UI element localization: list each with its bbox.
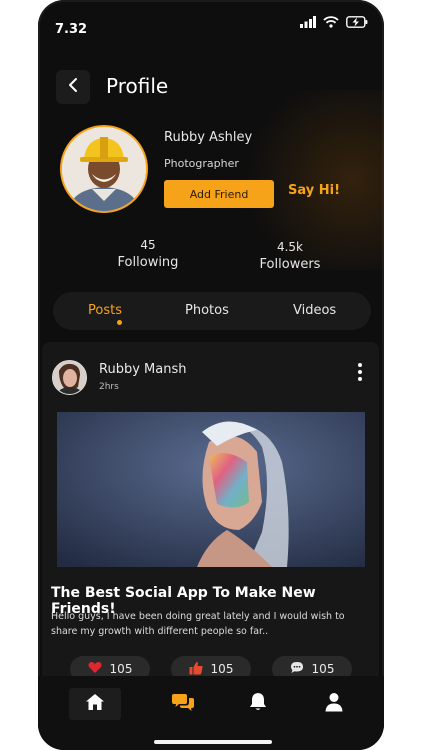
status-icons: [300, 16, 368, 28]
nav-chat[interactable]: [171, 692, 195, 716]
nav-profile[interactable]: [322, 692, 346, 716]
bell-icon: [249, 692, 267, 716]
post-author-avatar[interactable]: [52, 360, 87, 395]
nav-home[interactable]: [69, 688, 121, 720]
battery-charging-icon: [346, 16, 368, 28]
active-tab-indicator: [117, 320, 122, 325]
thumbs-up-count: 105: [210, 662, 234, 676]
bottom-navigation: [38, 676, 384, 750]
chevron-left-icon: [67, 77, 79, 97]
post-card: Rubby Mansh 2hrs The Best Social App To …: [42, 342, 379, 682]
like-count: 105: [109, 662, 133, 676]
comment-count: 105: [311, 662, 335, 676]
thumbs-up-icon: [189, 661, 203, 678]
tab-videos[interactable]: Videos: [293, 303, 336, 318]
followers-count: 4.5k: [276, 240, 304, 254]
chat-icon: [172, 692, 194, 716]
page-title: Profile: [106, 74, 169, 98]
post-image[interactable]: [57, 412, 365, 567]
user-icon: [325, 692, 343, 716]
status-bar: 7.32: [38, 0, 384, 50]
following-count: 45: [140, 238, 156, 252]
post-timestamp: 2hrs: [99, 382, 119, 392]
add-friend-button[interactable]: Add Friend: [164, 180, 274, 208]
phone-screen: 7.32 Profile Rubby Ashley Photographer A…: [38, 0, 384, 750]
profile-role: Photographer: [164, 157, 239, 170]
home-icon: [85, 693, 105, 715]
say-hi-button[interactable]: Say Hi!: [288, 183, 340, 198]
back-button[interactable]: [56, 70, 90, 104]
following-stat[interactable]: 45 Following: [108, 238, 188, 270]
signal-icon: [300, 16, 316, 28]
status-time: 7.32: [55, 22, 88, 37]
followers-stat[interactable]: 4.5k Followers: [250, 240, 330, 272]
heart-icon: [88, 661, 102, 677]
following-label: Following: [117, 255, 179, 270]
tab-posts[interactable]: Posts: [88, 303, 122, 318]
more-vertical-icon: [355, 363, 365, 386]
wifi-icon: [323, 16, 339, 28]
profile-tabs: Posts Photos Videos: [53, 292, 371, 330]
profile-name: Rubby Ashley: [164, 130, 253, 145]
tab-photos[interactable]: Photos: [185, 303, 229, 318]
home-indicator: [154, 740, 272, 744]
followers-label: Followers: [259, 257, 321, 272]
post-body: Hello guys, I have been doing great late…: [51, 611, 345, 637]
nav-notifications[interactable]: [246, 692, 270, 716]
more-options-button[interactable]: [355, 362, 365, 382]
post-author-name[interactable]: Rubby Mansh: [99, 362, 186, 377]
comment-icon: [290, 661, 304, 677]
header: Profile: [38, 68, 384, 108]
profile-avatar[interactable]: [60, 125, 148, 213]
